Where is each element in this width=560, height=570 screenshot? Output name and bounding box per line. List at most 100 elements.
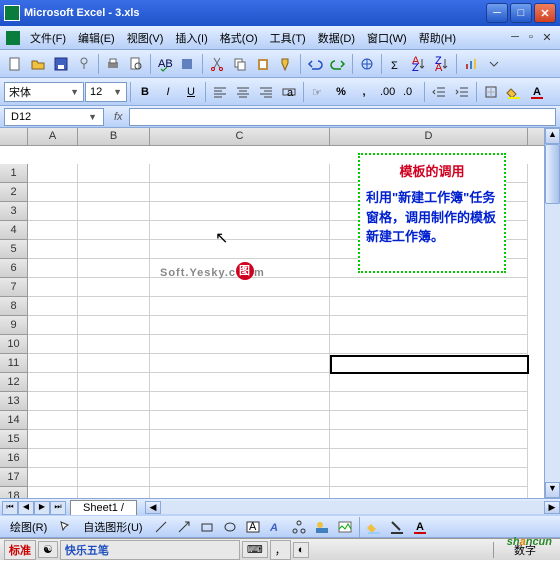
select-objects-icon[interactable] bbox=[54, 516, 76, 538]
cell[interactable] bbox=[330, 316, 528, 335]
cell[interactable] bbox=[28, 221, 78, 240]
cell[interactable] bbox=[28, 411, 78, 430]
fill-color-draw-icon[interactable] bbox=[363, 516, 385, 538]
col-header-C[interactable]: C bbox=[150, 128, 330, 145]
col-header-D[interactable]: D bbox=[330, 128, 528, 145]
cell[interactable] bbox=[28, 278, 78, 297]
ime-width-icon[interactable]: ◐ bbox=[293, 542, 310, 558]
ime-punct-icon[interactable]: ， bbox=[270, 540, 291, 560]
preview-icon[interactable] bbox=[125, 53, 147, 75]
cell[interactable] bbox=[150, 392, 330, 411]
cell[interactable] bbox=[330, 297, 528, 316]
cell[interactable] bbox=[150, 183, 330, 202]
cell[interactable] bbox=[150, 468, 330, 487]
wordart-icon[interactable]: A bbox=[265, 516, 287, 538]
cell[interactable] bbox=[28, 259, 78, 278]
textbox-icon[interactable]: A bbox=[242, 516, 264, 538]
cell[interactable] bbox=[28, 449, 78, 468]
row-header[interactable]: 5 bbox=[0, 240, 28, 259]
scroll-up-icon[interactable]: ▲ bbox=[545, 128, 560, 144]
row-header[interactable]: 1 bbox=[0, 164, 28, 183]
cell[interactable] bbox=[28, 183, 78, 202]
menu-view[interactable]: 视图(V) bbox=[121, 28, 170, 48]
percent-icon[interactable]: % bbox=[330, 81, 352, 103]
merge-center-icon[interactable]: a bbox=[278, 81, 300, 103]
row-header[interactable]: 15 bbox=[0, 430, 28, 449]
permission-icon[interactable] bbox=[73, 53, 95, 75]
selected-cell[interactable] bbox=[330, 355, 529, 374]
col-header-A[interactable]: A bbox=[28, 128, 78, 145]
fx-icon[interactable]: fx bbox=[108, 111, 129, 123]
cell[interactable] bbox=[78, 316, 150, 335]
cell[interactable] bbox=[78, 487, 150, 498]
vertical-scrollbar[interactable]: ▲ ▼ bbox=[544, 128, 560, 498]
cell[interactable] bbox=[78, 411, 150, 430]
cell[interactable] bbox=[78, 297, 150, 316]
cell[interactable] bbox=[28, 430, 78, 449]
align-right-icon[interactable] bbox=[255, 81, 277, 103]
scroll-thumb[interactable] bbox=[545, 144, 560, 204]
menu-format[interactable]: 格式(O) bbox=[214, 28, 264, 48]
decrease-indent-icon[interactable] bbox=[428, 81, 450, 103]
menu-data[interactable]: 数据(D) bbox=[312, 28, 361, 48]
horizontal-scrollbar[interactable]: ◀ ▶ bbox=[145, 501, 560, 514]
cell[interactable] bbox=[330, 449, 528, 468]
font-name-combo[interactable]: 宋体▼ bbox=[4, 82, 84, 102]
paste-icon[interactable] bbox=[252, 53, 274, 75]
diagram-icon[interactable] bbox=[288, 516, 310, 538]
menu-window[interactable]: 窗口(W) bbox=[361, 28, 413, 48]
tab-prev-icon[interactable]: ◀ bbox=[18, 501, 34, 515]
cell[interactable] bbox=[78, 392, 150, 411]
cell[interactable] bbox=[150, 449, 330, 468]
oval-icon[interactable] bbox=[219, 516, 241, 538]
cell[interactable] bbox=[28, 392, 78, 411]
cell[interactable] bbox=[28, 202, 78, 221]
menu-tools[interactable]: 工具(T) bbox=[264, 28, 312, 48]
row-header[interactable]: 4 bbox=[0, 221, 28, 240]
menu-edit[interactable]: 编辑(E) bbox=[72, 28, 121, 48]
name-box[interactable]: D12▼ bbox=[4, 108, 104, 126]
cell[interactable] bbox=[78, 259, 150, 278]
cell[interactable] bbox=[150, 164, 330, 183]
cell[interactable] bbox=[330, 468, 528, 487]
cell[interactable] bbox=[150, 411, 330, 430]
tab-last-icon[interactable]: ⏭ bbox=[50, 501, 66, 515]
cell[interactable] bbox=[78, 468, 150, 487]
cell[interactable] bbox=[330, 430, 528, 449]
cell[interactable] bbox=[150, 354, 330, 373]
cell[interactable] bbox=[78, 221, 150, 240]
cell[interactable] bbox=[28, 316, 78, 335]
redo-icon[interactable] bbox=[327, 53, 349, 75]
undo-icon[interactable] bbox=[304, 53, 326, 75]
sheet-tab[interactable]: Sheet1 / bbox=[70, 500, 137, 515]
cell[interactable] bbox=[28, 335, 78, 354]
cell[interactable] bbox=[150, 316, 330, 335]
increase-decimal-icon[interactable]: .00 bbox=[376, 81, 398, 103]
fill-color-icon[interactable] bbox=[503, 81, 525, 103]
cell[interactable] bbox=[150, 240, 330, 259]
cell[interactable] bbox=[150, 221, 330, 240]
copy-icon[interactable] bbox=[229, 53, 251, 75]
cell[interactable] bbox=[78, 430, 150, 449]
cell[interactable] bbox=[330, 392, 528, 411]
scroll-left-icon[interactable]: ◀ bbox=[145, 501, 161, 514]
cell[interactable] bbox=[150, 430, 330, 449]
borders-icon[interactable] bbox=[480, 81, 502, 103]
cell[interactable] bbox=[28, 297, 78, 316]
align-left-icon[interactable] bbox=[209, 81, 231, 103]
cell[interactable] bbox=[150, 202, 330, 221]
cell[interactable] bbox=[78, 278, 150, 297]
cell[interactable] bbox=[28, 164, 78, 183]
autosum-icon[interactable]: Σ bbox=[385, 53, 407, 75]
scroll-right-icon[interactable]: ▶ bbox=[544, 501, 560, 514]
italic-button[interactable]: I bbox=[157, 81, 179, 103]
bold-button[interactable]: B bbox=[134, 81, 156, 103]
scroll-down-icon[interactable]: ▼ bbox=[545, 482, 560, 498]
cell[interactable] bbox=[150, 297, 330, 316]
row-header[interactable]: 18 bbox=[0, 487, 28, 498]
open-icon[interactable] bbox=[27, 53, 49, 75]
font-color-icon[interactable]: A bbox=[526, 81, 548, 103]
cell[interactable] bbox=[78, 354, 150, 373]
cell[interactable] bbox=[330, 335, 528, 354]
row-header[interactable]: 17 bbox=[0, 468, 28, 487]
